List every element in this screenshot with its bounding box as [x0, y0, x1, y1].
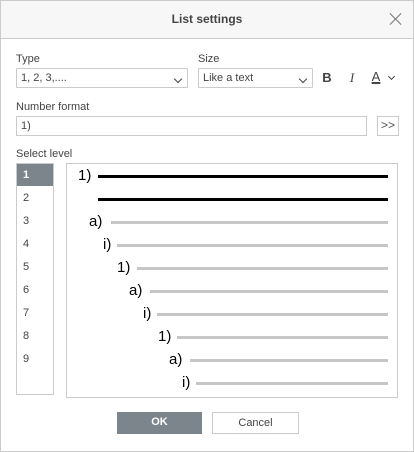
type-value: 1, 2, 3,....: [21, 72, 67, 84]
chevron-down-icon: [173, 74, 183, 84]
size-label: Size: [198, 53, 220, 65]
preview-line: [111, 221, 388, 224]
number-format-value: 1): [21, 120, 31, 132]
preview-marker: i): [103, 236, 112, 253]
level-item[interactable]: 3: [17, 210, 53, 232]
number-format-input[interactable]: 1): [16, 116, 367, 136]
level-item[interactable]: 4: [17, 233, 53, 255]
list-preview: 1) a) i) 1) a) i) 1) a) i): [66, 163, 398, 398]
ok-button[interactable]: OK: [117, 412, 202, 434]
level-item[interactable]: 6: [17, 279, 53, 301]
preview-marker: 1): [117, 259, 131, 276]
size-select[interactable]: Like a text: [198, 68, 313, 88]
type-label: Type: [16, 53, 40, 65]
preview-marker: 1): [158, 328, 172, 345]
level-item[interactable]: 8: [17, 325, 53, 347]
level-item[interactable]: 2: [17, 187, 53, 209]
preview-line: [196, 382, 388, 385]
preview-line: [157, 313, 388, 316]
preview-marker: i): [182, 374, 191, 391]
dialog-titlebar: List settings: [1, 1, 413, 39]
level-item[interactable]: 1: [17, 164, 53, 186]
close-icon[interactable]: [389, 12, 403, 26]
font-color-button[interactable]: A: [367, 67, 385, 87]
number-format-more-button[interactable]: >>: [377, 116, 399, 136]
preview-line: [150, 290, 388, 293]
preview-marker: a): [89, 213, 103, 230]
select-level-label: Select level: [16, 148, 73, 160]
preview-line: [177, 336, 388, 339]
preview-marker: 1): [78, 167, 92, 184]
size-value: Like a text: [203, 72, 254, 84]
preview-line: [98, 198, 388, 201]
list-settings-dialog: List settings Type 1, 2, 3,.... Size Lik…: [0, 0, 414, 452]
preview-marker: i): [143, 305, 152, 322]
level-item[interactable]: 7: [17, 302, 53, 324]
level-item[interactable]: 9: [17, 348, 53, 370]
preview-line: [137, 267, 388, 270]
number-format-label: Number format: [16, 101, 90, 113]
chevron-down-icon[interactable]: [387, 72, 396, 81]
type-select[interactable]: 1, 2, 3,....: [16, 68, 188, 88]
preview-line: [98, 175, 388, 178]
preview-line: [117, 244, 388, 247]
preview-line: [190, 359, 388, 362]
preview-marker: a): [129, 282, 143, 299]
bold-button[interactable]: B: [317, 68, 337, 88]
cancel-button[interactable]: Cancel: [212, 412, 299, 434]
preview-marker: a): [169, 351, 183, 368]
level-item[interactable]: 5: [17, 256, 53, 278]
italic-button[interactable]: I: [342, 68, 362, 88]
level-list: 1 2 3 4 5 6 7 8 9: [16, 163, 54, 395]
dialog-title: List settings: [171, 12, 243, 26]
chevron-down-icon: [298, 74, 308, 84]
